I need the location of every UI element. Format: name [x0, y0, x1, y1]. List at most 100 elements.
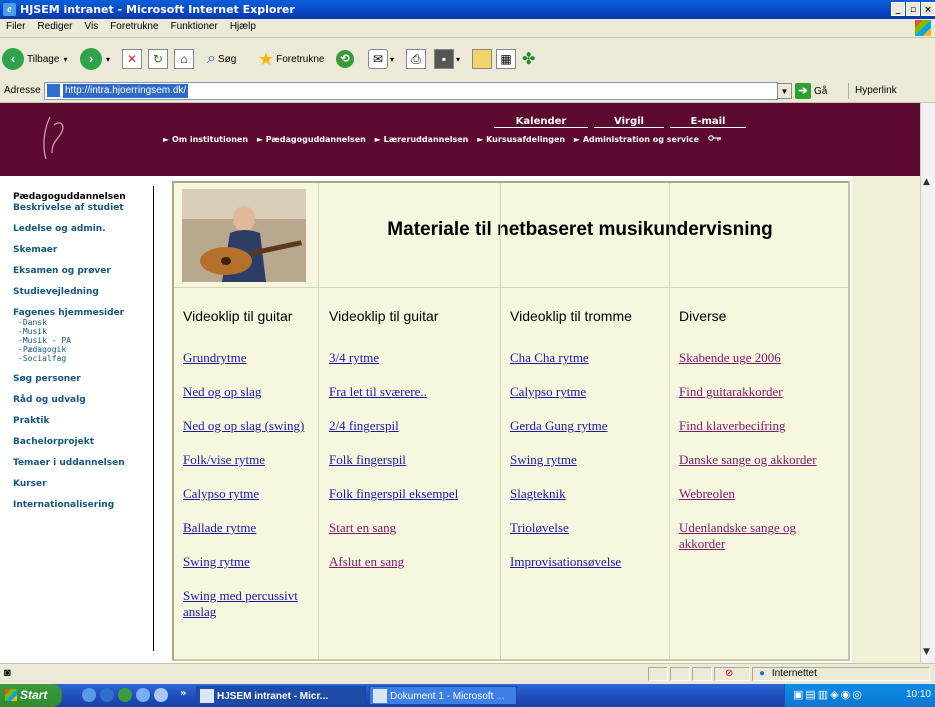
zone-label: Internettet — [771, 668, 817, 679]
popup-blocked-icon[interactable]: ⊘ — [714, 667, 750, 681]
email-link[interactable]: E-mail — [670, 116, 746, 128]
address-input[interactable]: http://intra.hjoerringsem.dk/ — [44, 82, 778, 100]
link-3-4-rytme[interactable]: 3/4 rytme — [329, 350, 494, 384]
link-ned-og-op-slag-swing[interactable]: Ned og op slag (swing) — [183, 418, 313, 452]
sidebar-item-raad-og-udvalg[interactable]: Råd og udvalg — [13, 395, 126, 405]
menu-hjaelp[interactable]: Hjælp — [224, 19, 262, 32]
stop-button[interactable]: ✕ — [122, 48, 142, 70]
edit-icon: ▪ — [434, 49, 454, 69]
sidebar-sub-socialfag[interactable]: -Socialfag — [18, 354, 126, 363]
messenger-button[interactable]: ✤ — [522, 48, 535, 70]
sidebar-item-eksamen[interactable]: Eksamen og prøver — [13, 266, 126, 276]
taskbar-item-ie[interactable]: HJSEM intranet - Micr... — [196, 686, 366, 705]
sidebar-item-skemaer[interactable]: Skemaer — [13, 245, 126, 255]
forward-button[interactable]: › ▾ — [80, 48, 110, 70]
link-fra-let-til-svaerere[interactable]: Fra let til sværere.. — [329, 384, 494, 418]
window-title-bar[interactable]: e HJSEM intranet - Microsoft Internet Ex… — [0, 0, 935, 19]
maximize-button[interactable]: ▫ — [906, 2, 920, 16]
quicklaunch-messenger-icon[interactable] — [154, 688, 168, 702]
taskbar-item-word[interactable]: Dokument 1 - Microsoft ... — [369, 686, 517, 705]
link-calypso-rytme-tromme[interactable]: Calypso rytme — [510, 384, 665, 418]
link-start-en-sang[interactable]: Start en sang — [329, 520, 494, 554]
link-afslut-en-sang[interactable]: Afslut en sang — [329, 554, 494, 588]
link-calypso-rytme[interactable]: Calypso rytme — [183, 486, 313, 520]
print-button[interactable]: ⎙ — [406, 48, 426, 70]
scroll-up-icon[interactable]: ▲ — [923, 177, 930, 187]
link-folk-vise-rytme[interactable]: Folk/vise rytme — [183, 452, 313, 486]
link-triolovelse[interactable]: Trioløvelse — [510, 520, 665, 554]
sidebar-item-ledelse[interactable]: Ledelse og admin. — [13, 224, 126, 234]
link-ned-og-op-slag[interactable]: Ned og op slag — [183, 384, 313, 418]
sidebar-item-bachelorprojekt[interactable]: Bachelorprojekt — [13, 437, 126, 447]
back-button[interactable]: ‹ Tilbage ▾ — [2, 48, 67, 70]
refresh-button[interactable]: ↻ — [148, 48, 168, 70]
chevron-right-icon[interactable]: » — [180, 688, 186, 699]
menu-rediger[interactable]: Rediger — [31, 19, 78, 32]
sidebar-sub-dansk[interactable]: -Dansk — [18, 318, 126, 327]
sidebar-item-soeg-personer[interactable]: Søg personer — [13, 374, 126, 384]
menu-vis[interactable]: Vis — [78, 19, 104, 32]
link-folk-fingerspil-eksempel[interactable]: Folk fingerspil eksempel — [329, 486, 494, 520]
sidebar-item-studievejledning[interactable]: Studievejledning — [13, 287, 126, 297]
link-cha-cha-rytme[interactable]: Cha Cha rytme — [510, 350, 665, 384]
sidebar-item-beskrivelse[interactable]: Beskrivelse af studiet — [13, 203, 126, 213]
sidebar-item-praktik[interactable]: Praktik — [13, 416, 126, 426]
link-skabende-uge[interactable]: Skabende uge 2006 — [679, 350, 839, 384]
nav-kursusafdelingen[interactable]: ► Kursusafdelingen — [477, 135, 565, 144]
quicklaunch-desktop-icon[interactable] — [82, 688, 96, 702]
sidebar-sub-paedagogik[interactable]: -Pædagogik — [18, 345, 126, 354]
hjsem-logo — [43, 116, 64, 160]
virgil-link[interactable]: Virgil — [594, 116, 664, 128]
link-swing-rytme-tromme[interactable]: Swing rytme — [510, 452, 665, 486]
tray-icons[interactable]: ▣▤▥◈◉◎ — [793, 688, 864, 701]
menu-filer[interactable]: Filer — [0, 19, 31, 32]
search-button[interactable]: ⌕ Søg — [207, 48, 236, 70]
menu-foretrukne[interactable]: Foretrukne — [104, 19, 164, 32]
go-button[interactable]: ➔ Gå — [795, 83, 827, 99]
quicklaunch-media-icon[interactable] — [118, 688, 132, 702]
link-find-guitarakkorder[interactable]: Find guitarakkorder — [679, 384, 839, 418]
link-gerda-gung-rytme[interactable]: Gerda Gung rytme — [510, 418, 665, 452]
link-ballade-rytme[interactable]: Ballade rytme — [183, 520, 313, 554]
home-button[interactable]: ⌂ — [174, 48, 194, 70]
link-folk-fingerspil[interactable]: Folk fingerspil — [329, 452, 494, 486]
start-button[interactable]: Start — [0, 684, 62, 707]
link-swing-rytme[interactable]: Swing rytme — [183, 554, 313, 588]
link-grundrytme[interactable]: Grundrytme — [183, 350, 313, 384]
mail-button[interactable]: ✉ ▾ — [368, 48, 394, 70]
link-danske-sange[interactable]: Danske sange og akkorder — [679, 452, 839, 486]
favorites-button[interactable]: ★ Foretrukne — [258, 48, 325, 70]
minimize-button[interactable]: _ — [891, 2, 905, 16]
link-improvisationsovelse[interactable]: Improvisationsøvelse — [510, 554, 665, 588]
nav-paedagoguddannelsen[interactable]: ► Pædagoguddannelsen — [257, 135, 366, 144]
sidebar-sub-musik[interactable]: -Musik — [18, 327, 126, 336]
link-slagteknik[interactable]: Slagteknik — [510, 486, 665, 520]
link-webreolen[interactable]: Webreolen — [679, 486, 839, 520]
nav-laereruddannelsen[interactable]: ► Læreruddannelsen — [375, 135, 469, 144]
address-dropdown-button[interactable]: ▼ — [777, 83, 792, 99]
sidebar-item-internationalisering[interactable]: Internationalisering — [13, 500, 126, 510]
menu-funktioner[interactable]: Funktioner — [165, 19, 224, 32]
nav-om-institutionen[interactable]: ► Om institutionen — [163, 135, 248, 144]
vertical-scrollbar[interactable]: ▲ ▼ — [920, 103, 935, 663]
history-button[interactable]: ⟲ — [336, 48, 354, 70]
scroll-down-icon[interactable]: ▼ — [923, 647, 930, 657]
quicklaunch-ie-icon[interactable] — [100, 688, 114, 702]
nav-administration[interactable]: ► Administration og service — [574, 135, 699, 144]
quicklaunch-search-icon[interactable] — [136, 688, 150, 702]
key-icon[interactable] — [708, 135, 722, 141]
link-udenlandske-sange[interactable]: Udenlandske sange og akkorder — [679, 520, 839, 554]
folder-button[interactable] — [472, 48, 492, 70]
link-2-4-fingerspil[interactable]: 2/4 fingerspil — [329, 418, 494, 452]
sidebar-item-kurser[interactable]: Kurser — [13, 479, 126, 489]
link-find-klaverbecifring[interactable]: Find klaverbecifring — [679, 418, 839, 452]
close-button[interactable]: × — [921, 2, 935, 16]
kalender-link[interactable]: Kalender — [494, 116, 588, 128]
link-swing-percussivt[interactable]: Swing med percussivt anslag — [183, 588, 313, 622]
links-bar-label[interactable]: Hyperlink — [848, 83, 897, 99]
sidebar-sub-musik-pa[interactable]: -Musik - PA — [18, 336, 126, 345]
sidebar-item-fagenes-hjemmesider[interactable]: Fagenes hjemmesider — [13, 308, 126, 318]
research-button[interactable]: ▦ — [496, 48, 516, 70]
sidebar-item-temaer[interactable]: Temaer i uddannelsen — [13, 458, 126, 468]
edit-button[interactable]: ▪ ▾ — [434, 48, 460, 70]
